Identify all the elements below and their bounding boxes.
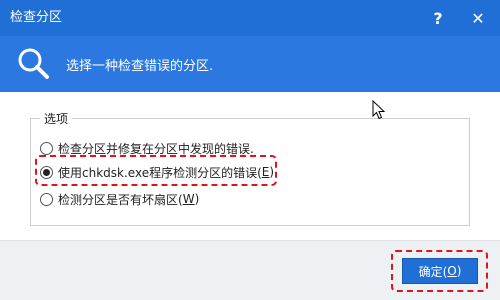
options-legend: 选项 bbox=[40, 112, 73, 126]
highlight-box-option bbox=[35, 155, 277, 186]
radio-button[interactable] bbox=[40, 141, 53, 155]
mouse-cursor-icon bbox=[372, 100, 386, 120]
close-icon[interactable]: ✕ bbox=[458, 0, 498, 36]
option-label: 检查分区并修复在分区中发现的错误. bbox=[58, 141, 254, 156]
option-label-suffix: ) bbox=[194, 192, 200, 206]
header-description: 选择一种检查错误的分区. bbox=[66, 59, 214, 74]
option-bad-sectors[interactable]: 检测分区是否有坏扇区(W) bbox=[40, 190, 199, 208]
window-title: 检查分区 bbox=[10, 10, 63, 25]
check-partition-dialog: 检查分区 ? ✕ 选择一种检查错误的分区. 选项 检查分区并修复在分区中发现的错… bbox=[0, 0, 500, 300]
dialog-header: 选择一种检查错误的分区. bbox=[0, 36, 500, 92]
option-label: 检测分区是否有坏扇区( bbox=[58, 192, 183, 207]
option-hotkey: W bbox=[182, 192, 195, 206]
highlight-box-ok bbox=[391, 250, 488, 292]
search-icon bbox=[18, 48, 49, 79]
radio-button[interactable] bbox=[40, 192, 53, 206]
title-bar: 检查分区 ? ✕ bbox=[0, 0, 500, 36]
help-icon[interactable]: ? bbox=[418, 0, 458, 36]
